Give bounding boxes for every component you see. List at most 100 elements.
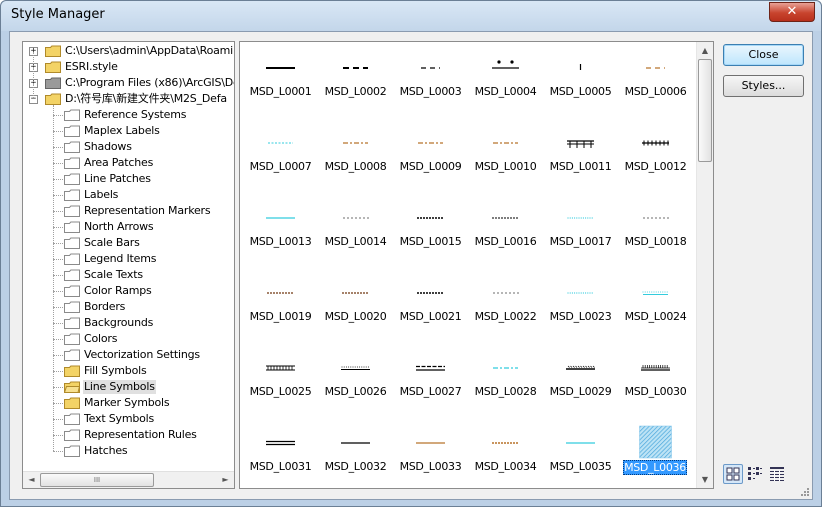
tree-item-label: Colors (84, 332, 118, 345)
line-symbol-preview-icon (639, 425, 672, 459)
tree-item[interactable]: Area Patches (23, 155, 234, 171)
symbol-item[interactable]: MSD_L0011 (543, 123, 618, 198)
list-view-icon (748, 467, 762, 480)
line-symbol-preview-icon (492, 442, 518, 444)
tree-item[interactable]: Reference Systems (23, 107, 234, 123)
scroll-down-arrow-icon[interactable]: ▼ (697, 471, 713, 488)
tree-item-label: Fill Symbols (84, 364, 147, 377)
symbol-item[interactable]: MSD_L0016 (468, 198, 543, 273)
tree-item[interactable]: North Arrows (23, 219, 234, 235)
symbol-item[interactable]: MSD_L0003 (393, 48, 468, 123)
style-tree[interactable]: ◄ III ► + C:\Users\admin\AppData\Roaming +… (22, 41, 235, 489)
symbol-item[interactable]: MSD_L0022 (468, 273, 543, 348)
symbol-item[interactable]: MSD_L0015 (393, 198, 468, 273)
scroll-right-arrow-icon[interactable]: ► (217, 472, 234, 488)
gallery-scroll-thumb[interactable] (698, 59, 712, 162)
folder-icon (64, 125, 80, 137)
tree-item[interactable]: Vectorization Settings (23, 347, 234, 363)
symbol-item[interactable]: MSD_L0002 (318, 48, 393, 123)
tree-connector (53, 243, 63, 244)
tree-item[interactable]: Shadows (23, 139, 234, 155)
tree-item[interactable]: − D:\符号库\新建文件夹\M2S_Defa (23, 91, 234, 107)
symbol-item[interactable]: MSD_L0010 (468, 123, 543, 198)
symbol-item[interactable]: MSD_L0021 (393, 273, 468, 348)
details-view-button[interactable] (768, 464, 788, 484)
tree-item-label: Marker Symbols (84, 396, 170, 409)
symbol-item[interactable]: MSD_L0034 (468, 423, 543, 488)
scroll-left-arrow-icon[interactable]: ◄ (23, 472, 40, 488)
symbol-item[interactable]: MSD_L0028 (468, 348, 543, 423)
list-view-button[interactable] (746, 464, 766, 484)
tree-item[interactable]: Color Ramps (23, 283, 234, 299)
line-symbol-preview-icon (416, 365, 445, 371)
symbol-item[interactable]: MSD_L0006 (618, 48, 693, 123)
tree-item[interactable]: Text Symbols (23, 411, 234, 427)
title-bar[interactable]: Style Manager ✕ (1, 1, 821, 31)
symbol-item[interactable]: MSD_L0030 (618, 348, 693, 423)
symbol-item[interactable]: MSD_L0017 (543, 198, 618, 273)
tree-item[interactable]: Hatches (23, 443, 234, 459)
styles-button[interactable]: Styles... (723, 75, 804, 97)
tree-item-label: Area Patches (84, 156, 154, 169)
folder-icon (64, 429, 80, 441)
symbol-item[interactable]: MSD_L0014 (318, 198, 393, 273)
tree-item[interactable]: Labels (23, 187, 234, 203)
line-symbol-preview-icon (342, 292, 368, 294)
symbol-item[interactable]: MSD_L0035 (543, 423, 618, 488)
gallery-vertical-scrollbar[interactable]: ▲ ▼ (696, 42, 713, 488)
symbol-item[interactable]: MSD_L0004 (468, 48, 543, 123)
tree-item[interactable]: Fill Symbols (23, 363, 234, 379)
symbol-gallery[interactable]: ▲ ▼ MSD_L0001 MSD_L0002 MSD_L0003 MSD_L0004… (239, 41, 714, 489)
tree-connector (53, 227, 63, 228)
tree-item[interactable]: + C:\Program Files (x86)\ArcGIS\Desk (23, 75, 234, 91)
symbol-item[interactable]: MSD_L0033 (393, 423, 468, 488)
scroll-up-arrow-icon[interactable]: ▲ (697, 42, 713, 59)
window-close-button[interactable]: ✕ (769, 2, 815, 22)
tree-item[interactable]: Legend Items (23, 251, 234, 267)
tree-item[interactable]: Scale Bars (23, 235, 234, 251)
line-symbol-preview-icon (341, 442, 370, 444)
tree-connector (53, 451, 63, 452)
symbol-item[interactable]: MSD_L0026 (318, 348, 393, 423)
line-symbol-preview-icon (341, 366, 370, 370)
symbol-item[interactable]: MSD_L0020 (318, 273, 393, 348)
symbol-item[interactable]: MSD_L0027 (393, 348, 468, 423)
symbol-item[interactable]: MSD_L0036 (618, 423, 693, 488)
tree-connector (53, 403, 63, 404)
symbol-item[interactable]: MSD_L0005 (543, 48, 618, 123)
symbol-item[interactable]: MSD_L0009 (393, 123, 468, 198)
symbol-item[interactable]: MSD_L0008 (318, 123, 393, 198)
symbol-item[interactable]: MSD_L0025 (243, 348, 318, 423)
symbol-item[interactable]: MSD_L0012 (618, 123, 693, 198)
tree-item[interactable]: Colors (23, 331, 234, 347)
tree-item[interactable]: Maplex Labels (23, 123, 234, 139)
tree-item[interactable]: Marker Symbols (23, 395, 234, 411)
tree-connector (53, 307, 63, 308)
symbol-item[interactable]: MSD_L0032 (318, 423, 393, 488)
tree-item[interactable]: Backgrounds (23, 315, 234, 331)
tree-item[interactable]: + ESRI.style (23, 59, 234, 75)
tree-item[interactable]: Representation Markers (23, 203, 234, 219)
resize-grip-icon[interactable] (799, 486, 809, 496)
symbol-item[interactable]: MSD_L0013 (243, 198, 318, 273)
symbol-item[interactable]: MSD_L0018 (618, 198, 693, 273)
symbol-item[interactable]: MSD_L0007 (243, 123, 318, 198)
tree-item[interactable]: Scale Texts (23, 267, 234, 283)
symbol-item[interactable]: MSD_L0001 (243, 48, 318, 123)
symbol-item[interactable]: MSD_L0024 (618, 273, 693, 348)
tree-item[interactable]: Line Patches (23, 171, 234, 187)
close-button[interactable]: Close (723, 44, 804, 66)
symbol-name: MSD_L0034 (474, 460, 537, 473)
tree-item[interactable]: Representation Rules (23, 427, 234, 443)
tree-horizontal-scrollbar[interactable]: ◄ III ► (23, 471, 234, 488)
symbol-item[interactable]: MSD_L0031 (243, 423, 318, 488)
tree-scroll-thumb[interactable]: III (40, 473, 154, 487)
tree-item[interactable]: Borders (23, 299, 234, 315)
symbol-item[interactable]: MSD_L0019 (243, 273, 318, 348)
tree-item[interactable]: + C:\Users\admin\AppData\Roaming (23, 43, 234, 59)
symbol-item[interactable]: MSD_L0023 (543, 273, 618, 348)
tree-connector (53, 163, 63, 164)
symbol-item[interactable]: MSD_L0029 (543, 348, 618, 423)
tree-item[interactable]: Line Symbols (23, 379, 234, 395)
large-icons-view-button[interactable] (723, 464, 743, 484)
